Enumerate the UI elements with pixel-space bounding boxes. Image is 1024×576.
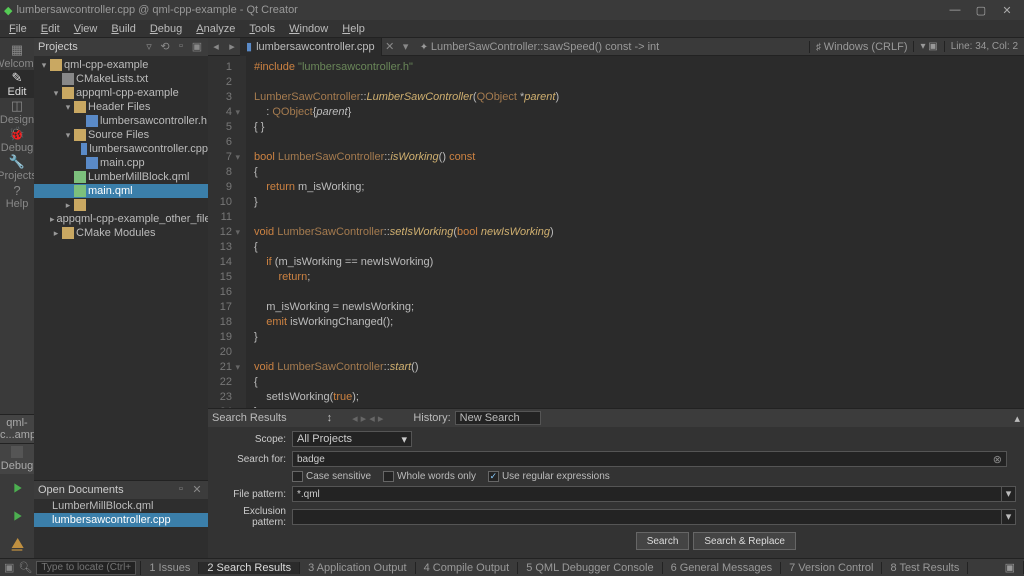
open-doc-item[interactable]: lumbersawcontroller.cpp: [34, 513, 208, 527]
file-pattern-input[interactable]: [292, 486, 1002, 502]
search-icon[interactable]: 🔍︎: [18, 561, 32, 574]
tree-item[interactable]: ▾appqml-cpp-example: [34, 86, 208, 100]
tab-close-icon[interactable]: ✕: [382, 40, 398, 53]
project-tree[interactable]: ▾qml-cpp-example CMakeLists.txt▾appqml-c…: [34, 56, 208, 480]
tree-item[interactable]: ▸CMake Modules: [34, 226, 208, 240]
status-tab[interactable]: 1 Issues: [141, 562, 199, 574]
tab-menu-icon[interactable]: ▾: [398, 40, 414, 53]
mode-debug[interactable]: 🐞Debug: [0, 126, 34, 154]
tree-item[interactable]: main.cpp: [34, 156, 208, 170]
split-editor-icon[interactable]: ▾ ▣: [913, 41, 943, 52]
status-tab[interactable]: 7 Version Control: [781, 562, 882, 574]
run-debug-button[interactable]: [0, 502, 34, 530]
symbol-crumb[interactable]: ✦ LumberSawController::sawSpeed() const …: [414, 41, 666, 53]
status-tab[interactable]: 4 Compile Output: [416, 562, 519, 574]
history-label: History:: [413, 412, 450, 424]
tree-item[interactable]: ▸appqml-cpp-example_other_files: [34, 212, 208, 226]
run-button[interactable]: [0, 474, 34, 502]
scope-select[interactable]: All Projects▾: [292, 431, 412, 447]
statusbar: ▣ 🔍︎ 1 Issues2 Search Results3 Applicati…: [0, 558, 1024, 576]
code-editor[interactable]: 1 2 3 4▾5 6 7▾8 9 10 11 12▾13 14 15 16 1…: [208, 56, 1024, 408]
exclusion-input[interactable]: [292, 509, 1002, 525]
close-icon[interactable]: ✕: [994, 4, 1020, 17]
nav-fwd-icon[interactable]: ▸: [224, 40, 240, 53]
mode-welcome[interactable]: ▦Welcome: [0, 42, 34, 70]
status-tab[interactable]: 5 QML Debugger Console: [518, 562, 662, 574]
docs-split-icon[interactable]: ▫: [174, 483, 188, 497]
open-docs-header: Open Documents ▫ ✕: [34, 481, 208, 499]
menubar[interactable]: FileEditViewBuildDebugAnalyzeToolsWindow…: [0, 20, 1024, 38]
progress-icon[interactable]: ▣: [997, 561, 1024, 574]
menu-view[interactable]: View: [67, 23, 105, 35]
menu-debug[interactable]: Debug: [143, 23, 189, 35]
search-input[interactable]: [292, 451, 1007, 467]
split-icon[interactable]: ▫: [174, 40, 188, 54]
window-title: lumbersawcontroller.cpp @ qml-cpp-exampl…: [16, 4, 297, 16]
menu-help[interactable]: Help: [335, 23, 372, 35]
titlebar: ◆ lumbersawcontroller.cpp @ qml-cpp-exam…: [0, 0, 1024, 20]
tree-item[interactable]: LumberMillBlock.qml: [34, 170, 208, 184]
mode-help[interactable]: ?Help: [0, 182, 34, 210]
tree-item[interactable]: lumbersawcontroller.cpp: [34, 142, 208, 156]
locator[interactable]: ▣ 🔍︎: [0, 561, 141, 575]
docs-close-icon[interactable]: ✕: [190, 483, 204, 497]
build-button[interactable]: [0, 530, 34, 558]
menu-window[interactable]: Window: [282, 23, 335, 35]
close-panel-icon[interactable]: ▣: [190, 40, 204, 54]
status-tab[interactable]: 8 Test Results: [882, 562, 968, 574]
scope-label: Scope:: [216, 434, 292, 445]
tree-item[interactable]: main.qml: [34, 184, 208, 198]
clear-search-icon[interactable]: ⊗: [993, 453, 1002, 466]
status-tab[interactable]: 2 Search Results: [199, 562, 300, 574]
case-checkbox[interactable]: [292, 471, 303, 482]
open-doc-item[interactable]: LumberMillBlock.qml: [34, 499, 208, 513]
editor-tab[interactable]: ▮lumbersawcontroller.cpp: [240, 38, 382, 56]
filter-icon[interactable]: ▿: [142, 40, 156, 54]
menu-tools[interactable]: Tools: [242, 23, 282, 35]
kit-selector[interactable]: qml-c...ample: [0, 414, 34, 443]
locator-input[interactable]: [36, 561, 136, 575]
status-tab[interactable]: 3 Application Output: [300, 562, 415, 574]
minimize-icon[interactable]: —: [942, 4, 968, 16]
line-col-label[interactable]: Line: 34, Col: 2: [944, 41, 1024, 52]
maximize-icon[interactable]: ▢: [968, 4, 994, 17]
whole-checkbox[interactable]: [383, 471, 394, 482]
search-panel: Search Results ↕ ◂ ▸ ◂ ▸ History: New Se…: [208, 408, 1024, 558]
search-button[interactable]: Search: [636, 532, 690, 550]
menu-edit[interactable]: Edit: [34, 23, 67, 35]
menu-analyze[interactable]: Analyze: [189, 23, 242, 35]
search-for-label: Search for:: [216, 454, 292, 465]
tree-item[interactable]: ▾Header Files: [34, 100, 208, 114]
menu-build[interactable]: Build: [104, 23, 142, 35]
file-pattern-dropdown[interactable]: ▾: [1002, 486, 1016, 502]
mode-projects[interactable]: 🔧Projects: [0, 154, 34, 182]
mode-design[interactable]: ◫Design: [0, 98, 34, 126]
locator-split-icon[interactable]: ▣: [4, 561, 14, 574]
tree-item[interactable]: ▾qml-cpp-example: [34, 58, 208, 72]
nav-back-icon[interactable]: ◂: [208, 40, 224, 53]
menu-file[interactable]: File: [2, 23, 34, 35]
app-icon: ◆: [4, 4, 12, 17]
encoding-label[interactable]: ♯ Windows (CRLF): [809, 41, 914, 53]
exclusion-dropdown[interactable]: ▾: [1002, 509, 1016, 525]
editor-tabbar: ◂ ▸ ▮lumbersawcontroller.cpp ✕ ▾ ✦ Lumbe…: [208, 38, 1024, 56]
sync-icon[interactable]: ⟲: [158, 40, 172, 54]
tree-item[interactable]: CMakeLists.txt: [34, 72, 208, 86]
projects-panel-header: Projects ▿ ⟲ ▫ ▣: [34, 38, 208, 56]
tree-item[interactable]: lumbersawcontroller.h: [34, 114, 208, 128]
search-collapse-icon[interactable]: ▴: [1014, 412, 1020, 425]
mode-bar: ▦Welcome✎Edit◫Design🐞Debug🔧Projects?Help…: [0, 38, 34, 558]
search-replace-button[interactable]: Search & Replace: [693, 532, 796, 550]
exclusion-label: Exclusion pattern:: [216, 506, 292, 528]
mode-edit[interactable]: ✎Edit: [0, 70, 34, 98]
build-config[interactable]: Debug: [0, 443, 34, 474]
history-select[interactable]: New Search: [455, 411, 541, 425]
regex-checkbox[interactable]: ✓: [488, 471, 499, 482]
search-panel-title: Search Results: [212, 412, 287, 424]
status-tab[interactable]: 6 General Messages: [663, 562, 782, 574]
tree-item[interactable]: ▾Source Files: [34, 128, 208, 142]
tree-item[interactable]: ▸: [34, 198, 208, 212]
file-pattern-label: File pattern:: [216, 489, 292, 500]
